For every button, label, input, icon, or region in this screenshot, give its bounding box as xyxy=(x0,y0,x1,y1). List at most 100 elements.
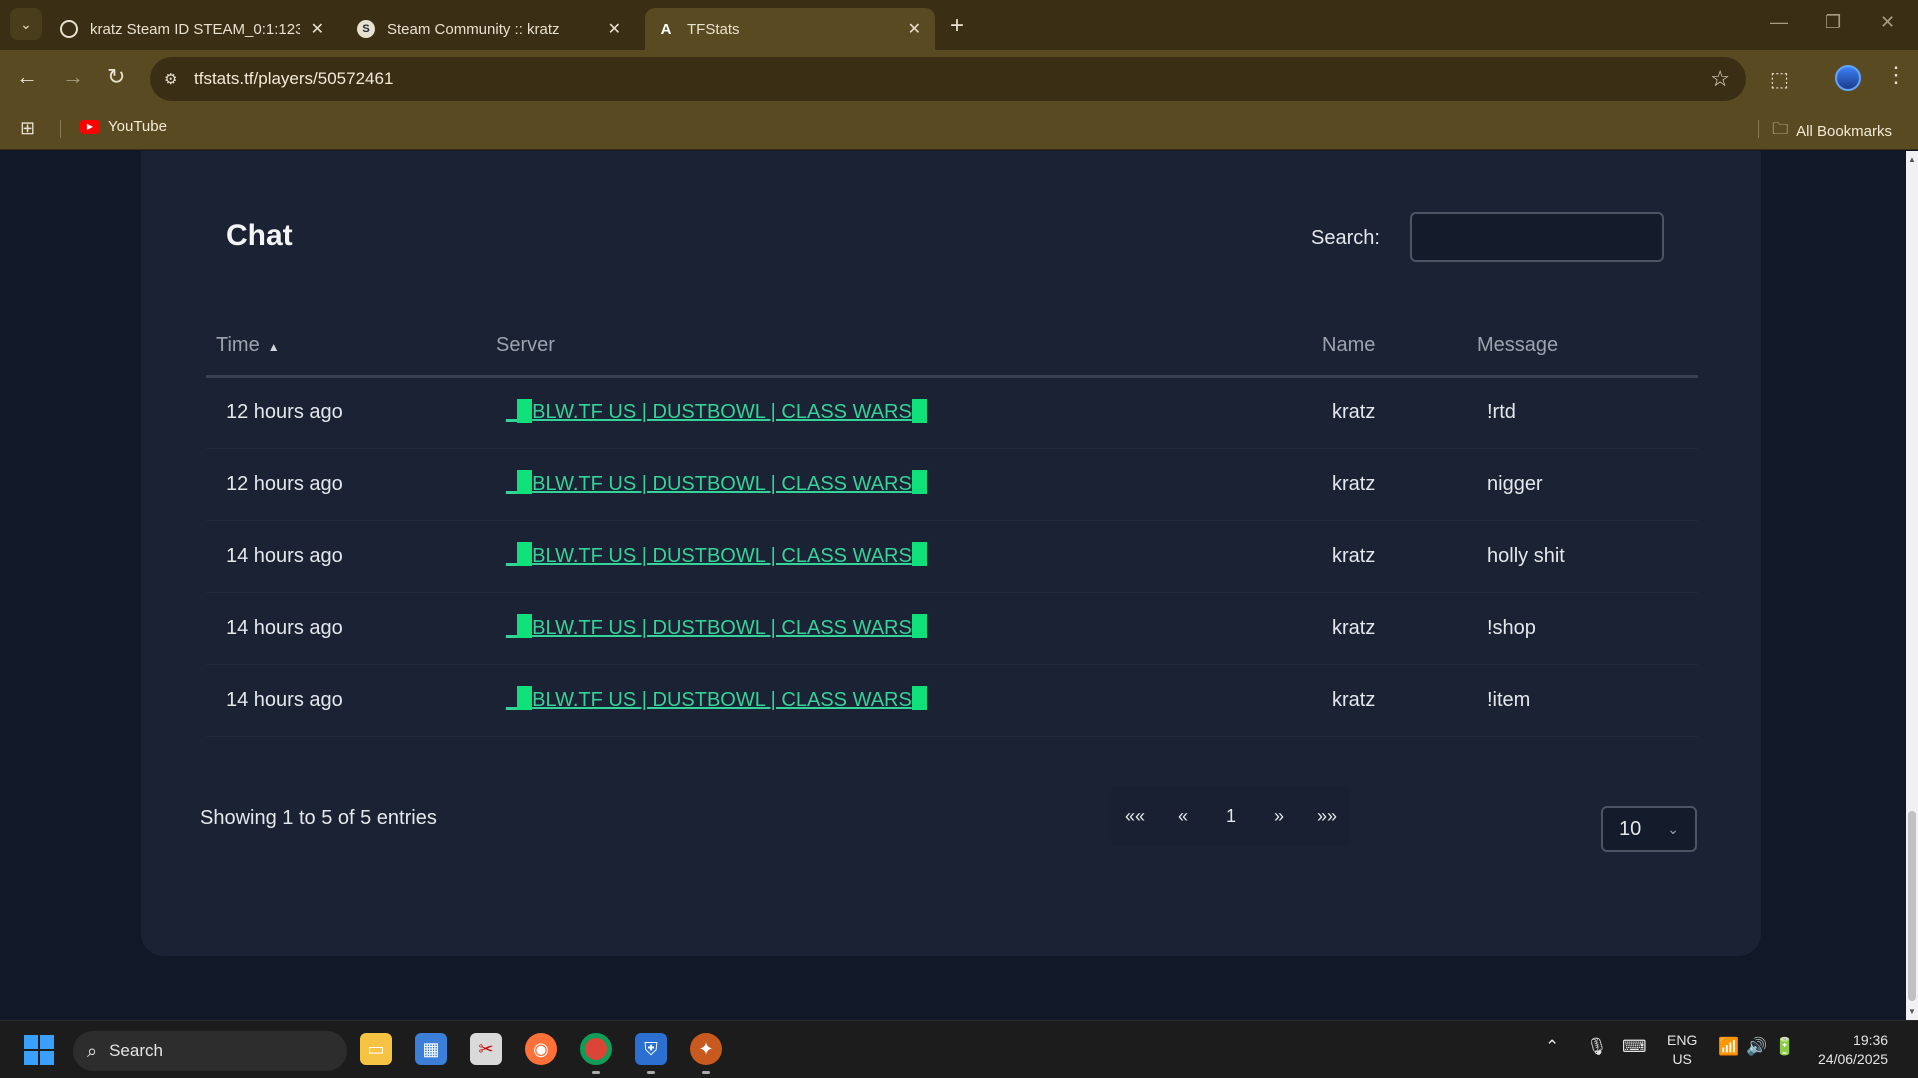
page-last-button[interactable]: »» xyxy=(1303,806,1351,827)
block-glyph xyxy=(517,614,533,639)
tab-tfstats[interactable]: A TFStats ✕ xyxy=(645,8,935,50)
running-indicator xyxy=(592,1071,600,1074)
cell-name: kratz xyxy=(1322,448,1477,521)
scroll-up-icon[interactable]: ▲ xyxy=(1908,155,1916,164)
page-number-button[interactable]: 1 xyxy=(1207,806,1255,827)
chrome-icon[interactable] xyxy=(580,1033,612,1065)
cell-message: holly shit xyxy=(1477,520,1698,593)
reload-button[interactable]: ↻ xyxy=(107,64,125,90)
shield-app-icon[interactable]: ⛨ xyxy=(635,1033,667,1065)
scrollbar-thumb[interactable] xyxy=(1908,811,1916,1001)
server-link[interactable]: _ BLW.TF US | DUSTBOWL | CLASS WARS xyxy=(506,470,927,495)
cell-name: kratz xyxy=(1322,520,1477,593)
cell-server: _ BLW.TF US | DUSTBOWL | CLASS WARS xyxy=(496,448,1322,521)
wifi-icon[interactable]: 📶 xyxy=(1718,1037,1739,1057)
cell-name: kratz xyxy=(1322,376,1477,449)
close-icon[interactable]: ✕ xyxy=(311,19,324,39)
cell-time: 12 hours ago xyxy=(206,376,496,449)
cell-name: kratz xyxy=(1322,592,1477,665)
language-indicator[interactable]: ENG US xyxy=(1667,1031,1697,1069)
browser-toolbar: ← → ↻ ⚙ tfstats.tf/players/50572461 ☆ ⬚ … xyxy=(0,50,1918,108)
bookmark-star-icon[interactable]: ☆ xyxy=(1710,66,1730,92)
back-button[interactable]: ← xyxy=(16,64,38,90)
search-icon xyxy=(60,20,78,38)
cell-time: 14 hours ago xyxy=(206,520,496,593)
chat-card: Chat Search: Time ▲ Server Name Message 1… xyxy=(141,151,1761,956)
file-explorer-icon[interactable]: ▭ xyxy=(360,1033,392,1065)
tab-search-button[interactable]: ⌄ xyxy=(10,8,42,40)
divider xyxy=(60,120,61,138)
bookmark-youtube[interactable]: ▶ YouTube xyxy=(80,118,167,135)
volume-icon[interactable]: 🔊 xyxy=(1746,1037,1767,1057)
server-link[interactable]: _ BLW.TF US | DUSTBOWL | CLASS WARS xyxy=(506,686,927,711)
block-glyph xyxy=(911,614,927,639)
site-info-icon[interactable]: ⚙ xyxy=(164,70,182,88)
page-first-button[interactable]: «« xyxy=(1111,806,1159,827)
apps-grid-icon[interactable]: ⊞ xyxy=(20,118,35,139)
chat-table: Time ▲ Server Name Message 12 hours ago _… xyxy=(206,316,1698,737)
tfstats-icon: A xyxy=(660,20,672,38)
minimize-button[interactable]: — xyxy=(1770,12,1788,33)
menu-kebab-icon[interactable]: ⋮ xyxy=(1885,62,1907,88)
taskbar-search[interactable]: ⌕ Search xyxy=(73,1031,347,1071)
snipping-tool-icon[interactable]: ✂ xyxy=(470,1033,502,1065)
forward-button[interactable]: → xyxy=(62,64,84,90)
cell-server: _ BLW.TF US | DUSTBOWL | CLASS WARS xyxy=(496,592,1322,665)
server-link[interactable]: _ BLW.TF US | DUSTBOWL | CLASS WARS xyxy=(506,614,927,639)
tab-steamid[interactable]: kratz Steam ID STEAM_0:1:1239 ✕ xyxy=(48,8,338,50)
folder-icon: 🗀 xyxy=(1772,121,1789,138)
server-link[interactable]: _ BLW.TF US | DUSTBOWL | CLASS WARS xyxy=(506,542,927,567)
table-row: 14 hours ago _ BLW.TF US | DUSTBOWL | CLA… xyxy=(206,520,1698,593)
search-input[interactable] xyxy=(1410,212,1664,262)
control-panel-icon[interactable]: ▦ xyxy=(415,1033,447,1065)
restore-button[interactable]: ❐ xyxy=(1825,12,1841,33)
url-text: tfstats.tf/players/50572461 xyxy=(194,69,394,88)
new-tab-button[interactable]: + xyxy=(950,12,964,40)
battery-icon[interactable]: 🔋 xyxy=(1774,1037,1795,1057)
page-size-select[interactable]: 10 ⌄ xyxy=(1601,806,1697,852)
column-header-name[interactable]: Name xyxy=(1322,316,1477,378)
youtube-icon: ▶ xyxy=(80,119,100,134)
close-icon[interactable]: ✕ xyxy=(608,19,621,39)
cell-server: _ BLW.TF US | DUSTBOWL | CLASS WARS xyxy=(496,376,1322,449)
cell-message: !shop xyxy=(1477,592,1698,665)
block-glyph xyxy=(911,470,927,495)
block-glyph xyxy=(517,542,533,567)
server-link[interactable]: _ BLW.TF US | DUSTBOWL | CLASS WARS xyxy=(506,398,927,423)
column-header-server[interactable]: Server xyxy=(496,316,1322,378)
reload-icon: ↻ xyxy=(107,64,126,89)
window-close-button[interactable]: ✕ xyxy=(1880,12,1895,33)
microphone-icon[interactable]: 🎙 xyxy=(1586,1037,1608,1057)
tab-steam-community[interactable]: S Steam Community :: kratz ✕ xyxy=(345,8,635,50)
chevron-down-icon: ⌄ xyxy=(1667,820,1679,837)
tf2-icon[interactable]: ✦ xyxy=(690,1033,722,1065)
table-row: 12 hours ago _ BLW.TF US | DUSTBOWL | CLA… xyxy=(206,448,1698,521)
address-bar[interactable]: ⚙ tfstats.tf/players/50572461 ☆ xyxy=(150,57,1746,101)
arrow-right-icon: → xyxy=(62,64,84,89)
extensions-icon[interactable]: ⬚ xyxy=(1770,67,1789,92)
table-row: 12 hours ago _ BLW.TF US | DUSTBOWL | CLA… xyxy=(206,376,1698,449)
clock[interactable]: 19:36 24/06/2025 xyxy=(1818,1031,1888,1069)
all-bookmarks[interactable]: 🗀 All Bookmarks xyxy=(1772,118,1892,145)
scroll-down-icon[interactable]: ▼ xyxy=(1908,1007,1916,1016)
page-prev-button[interactable]: « xyxy=(1159,806,1207,827)
divider xyxy=(1758,120,1759,138)
firefox-icon[interactable]: ◉ xyxy=(525,1033,557,1065)
cell-time: 14 hours ago xyxy=(206,592,496,665)
profile-avatar[interactable] xyxy=(1835,65,1861,91)
page-next-button[interactable]: » xyxy=(1255,806,1303,827)
windows-start-icon[interactable] xyxy=(24,1035,54,1065)
close-icon[interactable]: ✕ xyxy=(908,19,921,39)
column-header-message[interactable]: Message xyxy=(1477,316,1698,378)
steam-icon: S xyxy=(357,20,375,38)
cell-name: kratz xyxy=(1322,664,1477,737)
arrow-left-icon: ← xyxy=(16,64,38,89)
keyboard-icon[interactable]: ⌨ xyxy=(1622,1037,1647,1057)
running-indicator xyxy=(702,1071,710,1074)
tray-overflow-icon[interactable]: ⌃ xyxy=(1545,1037,1559,1057)
column-header-time[interactable]: Time ▲ xyxy=(206,316,496,378)
chat-title: Chat xyxy=(226,219,293,252)
page-scrollbar[interactable]: ▲ ▼ xyxy=(1906,151,1918,1020)
block-glyph xyxy=(911,542,927,567)
cell-message: !item xyxy=(1477,664,1698,737)
